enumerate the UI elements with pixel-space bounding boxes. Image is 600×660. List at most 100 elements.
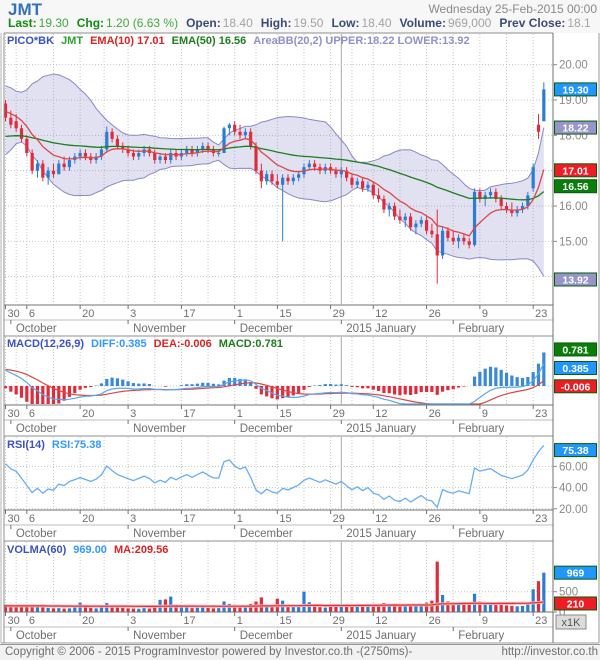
svg-text:3: 3: [130, 615, 136, 627]
svg-text:26: 26: [429, 615, 441, 627]
svg-text:February: February: [458, 630, 504, 642]
svg-text:29: 29: [333, 615, 345, 627]
rsi-panel-legend: RSI(14) RSI:75.38: [7, 439, 108, 451]
svg-text:12: 12: [375, 513, 387, 525]
svg-text:29: 29: [333, 408, 345, 420]
svg-text:20: 20: [82, 513, 94, 525]
status-bar: Copyright © 2006 - 2015 ProgramInvestor …: [0, 644, 600, 660]
svg-text:6: 6: [29, 513, 35, 525]
svg-text:February: February: [458, 323, 504, 335]
volume-panel-legend: VOLMA(60) 969.00 MA:209.56: [7, 544, 175, 556]
svg-text:30: 30: [8, 615, 20, 627]
vendor-url: http://investor.co.th: [501, 646, 598, 658]
svg-text:30: 30: [8, 308, 20, 320]
price-axis-badge: 18.22: [554, 120, 597, 135]
svg-text:20: 20: [82, 408, 94, 420]
legend-item: RSI(14): [7, 439, 45, 451]
svg-text:February: February: [458, 528, 504, 540]
svg-text:9: 9: [482, 408, 488, 420]
svg-text:29: 29: [333, 513, 345, 525]
svg-text:12: 12: [375, 308, 387, 320]
svg-text:2015 January: 2015 January: [346, 528, 416, 540]
svg-text:20.00: 20.00: [559, 60, 588, 72]
svg-text:26: 26: [429, 408, 441, 420]
macd-axis-badge: 0.385: [554, 360, 597, 375]
volume-axis-badge: 969: [554, 565, 597, 580]
svg-text:November: November: [133, 528, 186, 540]
price-axis-badge: 13.92: [554, 272, 597, 287]
svg-text:210: 210: [567, 598, 585, 610]
svg-text:0.781: 0.781: [562, 344, 588, 356]
chart-canvas[interactable]: 30 6 20 3 17 1 15 29 12 26 9 23 October November Decem…: [0, 0, 600, 660]
macd-panel-legend: MACD(12,26,9) DIFF:0.385 DEA:-0.006 MACD:0.…: [7, 338, 290, 350]
svg-text:20.00: 20.00: [559, 504, 588, 516]
svg-text:19.00: 19.00: [559, 95, 588, 107]
svg-text:23: 23: [535, 615, 547, 627]
svg-text:1: 1: [237, 308, 243, 320]
svg-text:13.92: 13.92: [562, 274, 588, 286]
svg-text:20: 20: [82, 308, 94, 320]
legend-item: DEA:-0.006: [153, 338, 212, 350]
legend-item: DIFF:0.385: [91, 338, 147, 350]
svg-text:1: 1: [237, 615, 243, 627]
legend-item: MA:209.56: [113, 544, 169, 556]
legend-item: AreaBB(20,2) UPPER:18.22 LOWER:13.92: [253, 35, 470, 47]
svg-text:6: 6: [29, 408, 35, 420]
svg-text:15.00: 15.00: [559, 236, 588, 248]
svg-text:3: 3: [130, 513, 136, 525]
svg-text:9: 9: [482, 513, 488, 525]
svg-text:15: 15: [279, 513, 291, 525]
svg-text:December: December: [240, 323, 293, 335]
svg-text:30: 30: [8, 408, 20, 420]
svg-text:26: 26: [429, 513, 441, 525]
svg-text:February: February: [458, 423, 504, 435]
svg-text:November: November: [133, 630, 186, 642]
svg-text:3: 3: [130, 408, 136, 420]
svg-text:October: October: [16, 323, 57, 335]
legend-item: VOLMA(60): [7, 544, 67, 556]
svg-text:20: 20: [82, 615, 94, 627]
legend-item: RSI:75.38: [51, 439, 102, 451]
svg-text:-0.006: -0.006: [561, 381, 591, 393]
svg-text:1: 1: [237, 513, 243, 525]
svg-text:October: October: [16, 528, 57, 540]
svg-text:October: October: [16, 630, 57, 642]
macd-axis-badge: -0.006: [554, 379, 597, 394]
svg-text:17: 17: [183, 615, 195, 627]
svg-text:23: 23: [535, 408, 547, 420]
svg-text:17: 17: [183, 408, 195, 420]
svg-text:November: November: [133, 323, 186, 335]
svg-text:6: 6: [29, 308, 35, 320]
svg-text:12: 12: [375, 615, 387, 627]
svg-text:9: 9: [482, 615, 488, 627]
svg-text:15: 15: [279, 408, 291, 420]
svg-text:October: October: [16, 423, 57, 435]
svg-text:23: 23: [535, 513, 547, 525]
legend-item: JMT: [61, 35, 84, 47]
svg-text:17: 17: [183, 513, 195, 525]
svg-text:969: 969: [567, 568, 585, 580]
svg-text:40.00: 40.00: [559, 483, 588, 495]
legend-item: 969.00: [73, 544, 107, 556]
svg-text:0.385: 0.385: [562, 363, 588, 375]
legend-item: EMA(10) 17.01: [90, 35, 165, 47]
price-panel-legend: PICO*BK JMT EMA(10) 17.01 EMA(50) 16.56 Area…: [7, 35, 477, 47]
svg-text:26: 26: [429, 308, 441, 320]
rsi-axis-badge: 75.38: [554, 443, 597, 458]
legend-item: PICO*BK: [7, 35, 55, 47]
price-axis-badge: 17.01: [554, 163, 597, 178]
stock-chart-window: JMT Wednesday 25-Feb-2015 00:00 Last: 19.…: [0, 0, 600, 660]
svg-text:15: 15: [279, 308, 291, 320]
svg-text:x1K: x1K: [562, 617, 582, 629]
price-axis-badge: 16.56: [554, 179, 597, 194]
svg-text:17.01: 17.01: [562, 165, 588, 177]
svg-text:December: December: [240, 528, 293, 540]
svg-text:60.00: 60.00: [559, 461, 588, 473]
svg-text:29: 29: [333, 308, 345, 320]
svg-text:15: 15: [279, 615, 291, 627]
svg-text:12: 12: [375, 408, 387, 420]
svg-text:1: 1: [237, 408, 243, 420]
macd-axis-badge: 0.781: [554, 342, 597, 357]
svg-text:18.22: 18.22: [562, 123, 588, 135]
svg-text:2015 January: 2015 January: [346, 423, 416, 435]
